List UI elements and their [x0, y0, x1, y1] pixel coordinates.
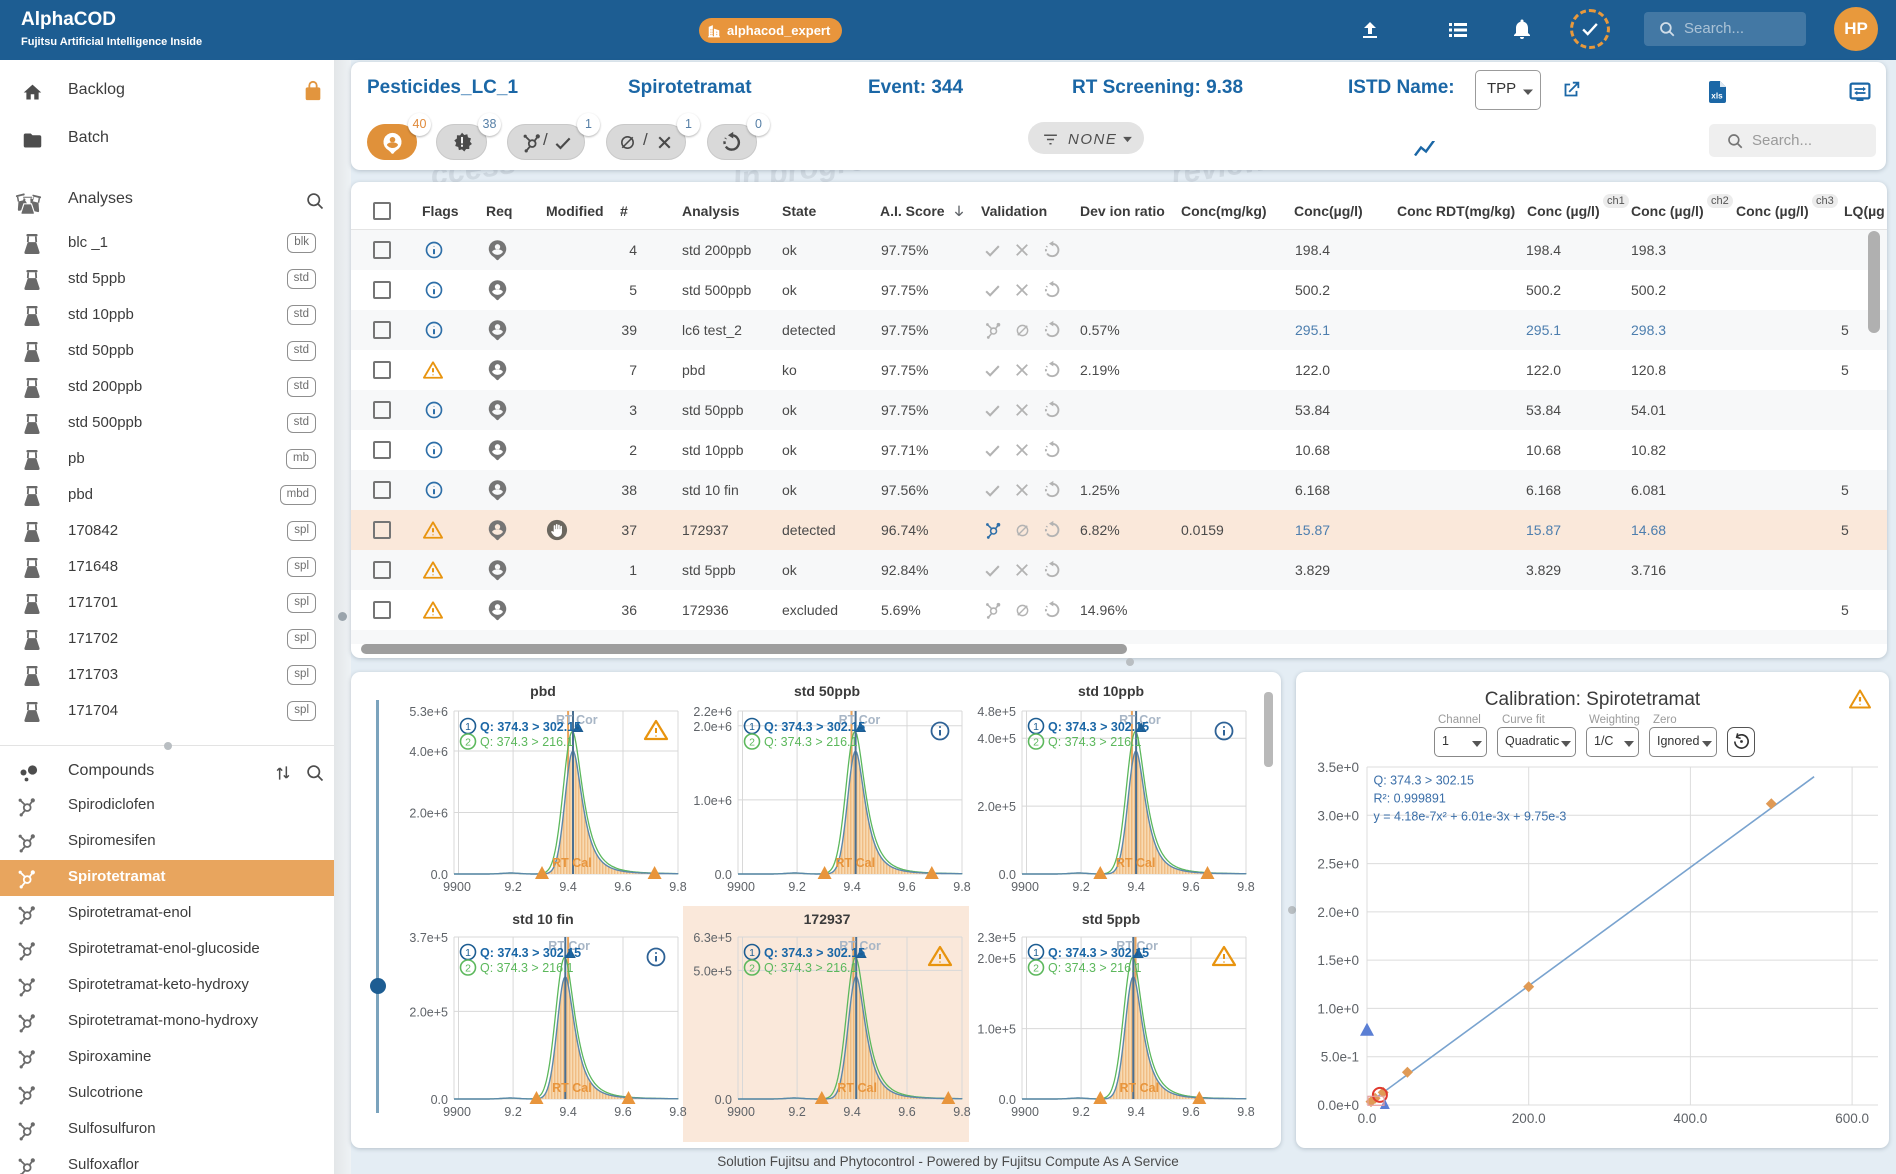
svg-text:9.2: 9.2 [1072, 1105, 1089, 1119]
svg-text:RT Cal: RT Cal [552, 856, 592, 870]
svg-text:9.6: 9.6 [898, 880, 915, 894]
svg-text:RT Cal: RT Cal [836, 856, 876, 870]
svg-text:172937: 172937 [804, 911, 851, 927]
svg-text:9.4: 9.4 [843, 880, 860, 894]
svg-text:1.0e+0: 1.0e+0 [1317, 1001, 1359, 1016]
svg-text:RT Cal: RT Cal [837, 1081, 877, 1095]
svg-text:1.0e+5: 1.0e+5 [977, 1023, 1016, 1037]
svg-text:0.0: 0.0 [1358, 1111, 1377, 1126]
svg-text:9.6: 9.6 [614, 1105, 631, 1119]
svg-text:2.0e+6: 2.0e+6 [693, 720, 732, 734]
svg-text:Q: 374.3 > 216.1: Q: 374.3 > 216.1 [764, 961, 858, 975]
svg-text:std 10 fin: std 10 fin [512, 911, 573, 927]
svg-text:2.0e+0: 2.0e+0 [1317, 905, 1359, 920]
svg-text:9.4: 9.4 [559, 1105, 576, 1119]
svg-text:9900: 9900 [443, 880, 471, 894]
svg-text:9.4: 9.4 [1127, 880, 1144, 894]
svg-text:400.0: 400.0 [1674, 1111, 1708, 1126]
svg-text:R²: 0.999891: R²: 0.999891 [1374, 791, 1446, 805]
svg-text:600.0: 600.0 [1835, 1111, 1869, 1126]
svg-text:2: 2 [465, 963, 471, 975]
svg-text:9.6: 9.6 [1182, 1105, 1199, 1119]
svg-text:9900: 9900 [1011, 1105, 1039, 1119]
svg-text:1: 1 [1033, 721, 1039, 733]
svg-text:9.2: 9.2 [788, 880, 805, 894]
svg-text:2.0e+6: 2.0e+6 [409, 807, 448, 821]
svg-text:pbd: pbd [530, 683, 556, 699]
svg-text:3.5e+0: 3.5e+0 [1317, 760, 1359, 775]
svg-text:RT Cal: RT Cal [1116, 856, 1156, 870]
svg-text:9.8: 9.8 [1237, 880, 1254, 894]
svg-text:1: 1 [1033, 947, 1039, 959]
svg-text:200.0: 200.0 [1512, 1111, 1546, 1126]
svg-text:2.3e+5: 2.3e+5 [977, 931, 1016, 945]
svg-text:5.0e-1: 5.0e-1 [1321, 1050, 1359, 1065]
svg-text:Q: 374.3 > 302.15: Q: 374.3 > 302.15 [480, 720, 581, 734]
svg-text:9.2: 9.2 [1072, 880, 1089, 894]
svg-text:RT Cal: RT Cal [552, 1081, 592, 1095]
svg-text:2.0e+5: 2.0e+5 [409, 1005, 448, 1019]
svg-text:1.0e+6: 1.0e+6 [693, 794, 732, 808]
svg-text:Q: 374.3 > 302.15: Q: 374.3 > 302.15 [764, 946, 865, 960]
svg-text:2: 2 [465, 737, 471, 749]
svg-text:9.6: 9.6 [1182, 880, 1199, 894]
svg-text:4.0e+5: 4.0e+5 [977, 732, 1016, 746]
svg-text:Q: 374.3 > 302.15: Q: 374.3 > 302.15 [1048, 946, 1149, 960]
svg-text:2: 2 [1033, 737, 1039, 749]
svg-text:Q: 374.3 > 216.1: Q: 374.3 > 216.1 [480, 961, 574, 975]
svg-text:5.0e+5: 5.0e+5 [693, 964, 732, 978]
svg-text:6.3e+5: 6.3e+5 [693, 931, 732, 945]
svg-text:9.4: 9.4 [843, 1105, 860, 1119]
svg-text:Q: 374.3 > 216.1: Q: 374.3 > 216.1 [1048, 735, 1142, 749]
svg-text:xls: xls [1711, 92, 1723, 101]
svg-text:9.8: 9.8 [1237, 1105, 1254, 1119]
svg-text:RT Cal: RT Cal [1120, 1081, 1160, 1095]
svg-text:5.3e+6: 5.3e+6 [409, 705, 448, 719]
svg-text:9.4: 9.4 [559, 880, 576, 894]
svg-text:1: 1 [465, 947, 471, 959]
svg-text:9900: 9900 [1011, 880, 1039, 894]
svg-text:std 5ppb: std 5ppb [1082, 911, 1140, 927]
svg-text:9900: 9900 [727, 1105, 755, 1119]
svg-text:Q: 374.3 > 302.15: Q: 374.3 > 302.15 [1048, 720, 1149, 734]
svg-text:9.4: 9.4 [1127, 1105, 1144, 1119]
svg-text:9.6: 9.6 [614, 880, 631, 894]
svg-text:2.2e+6: 2.2e+6 [693, 705, 732, 719]
svg-text:9.6: 9.6 [898, 1105, 915, 1119]
svg-text:Q: 374.3 > 302.15: Q: 374.3 > 302.15 [764, 720, 865, 734]
svg-text:Q: 374.3 > 216.1: Q: 374.3 > 216.1 [1048, 961, 1142, 975]
svg-text:Q: 374.3 > 302.15: Q: 374.3 > 302.15 [1374, 773, 1474, 787]
svg-text:4.0e+6: 4.0e+6 [409, 745, 448, 759]
svg-text:1: 1 [749, 721, 755, 733]
svg-text:3.7e+5: 3.7e+5 [409, 931, 448, 945]
svg-text:2: 2 [749, 737, 755, 749]
svg-text:std 10ppb: std 10ppb [1078, 683, 1144, 699]
svg-text:2: 2 [1033, 963, 1039, 975]
svg-text:Q: 374.3 > 216.1: Q: 374.3 > 216.1 [480, 735, 574, 749]
svg-text:2.0e+5: 2.0e+5 [977, 952, 1016, 966]
svg-text:2.5e+0: 2.5e+0 [1317, 857, 1359, 872]
svg-text:9900: 9900 [727, 880, 755, 894]
svg-text:2.0e+5: 2.0e+5 [977, 800, 1016, 814]
svg-text:1: 1 [465, 721, 471, 733]
svg-text:3.0e+0: 3.0e+0 [1317, 808, 1359, 823]
svg-text:9.2: 9.2 [788, 1105, 805, 1119]
svg-text:9.2: 9.2 [504, 880, 521, 894]
svg-text:y = 4.18e-7x² + 6.01e-3x + 9.7: y = 4.18e-7x² + 6.01e-3x + 9.75e-3 [1374, 809, 1567, 823]
svg-text:0.0e+0: 0.0e+0 [1317, 1098, 1359, 1113]
svg-text:1.5e+0: 1.5e+0 [1317, 953, 1359, 968]
svg-text:Q: 374.3 > 216.1: Q: 374.3 > 216.1 [764, 735, 858, 749]
svg-text:4.8e+5: 4.8e+5 [977, 705, 1016, 719]
svg-text:9.2: 9.2 [504, 1105, 521, 1119]
svg-text:2: 2 [749, 963, 755, 975]
svg-text:9900: 9900 [443, 1105, 471, 1119]
svg-text:1: 1 [749, 947, 755, 959]
svg-text:Q: 374.3 > 302.15: Q: 374.3 > 302.15 [480, 946, 581, 960]
svg-text:std 50ppb: std 50ppb [794, 683, 860, 699]
